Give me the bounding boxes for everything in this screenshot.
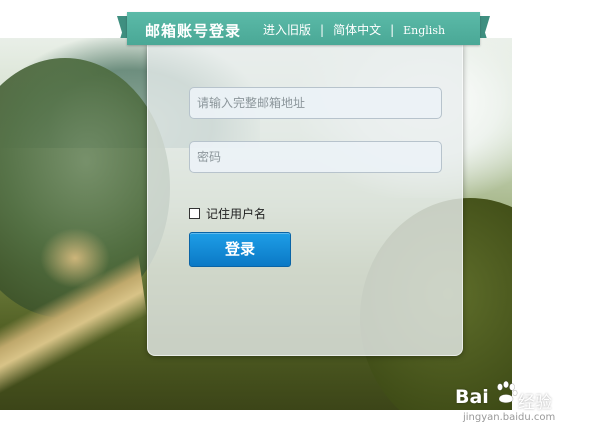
- background-dirt-path: [0, 237, 163, 410]
- remember-checkbox[interactable]: [189, 208, 200, 219]
- login-button[interactable]: 登录: [189, 232, 291, 267]
- remember-label: 记住用户名: [206, 207, 267, 221]
- login-panel: 记住用户名 登录: [147, 44, 463, 356]
- link-simplified-chinese[interactable]: 简体中文: [333, 23, 381, 37]
- link-separator: |: [390, 23, 395, 37]
- watermark-suffix: 经验: [518, 393, 552, 413]
- link-old-version[interactable]: 进入旧版: [263, 23, 311, 37]
- email-field[interactable]: [189, 87, 442, 119]
- remember-username[interactable]: 记住用户名: [189, 205, 266, 222]
- watermark-url: jingyan.baidu.com: [463, 412, 556, 423]
- watermark-brand: Bai: [455, 386, 489, 408]
- password-field[interactable]: [189, 141, 442, 173]
- link-separator: |: [320, 23, 325, 37]
- header-ribbon: 邮箱账号登录 进入旧版 | 简体中文 | English: [127, 12, 480, 45]
- baidu-watermark: Bai 经验 jingyan.baidu.com: [455, 376, 585, 426]
- page-title: 邮箱账号登录: [145, 22, 242, 40]
- header-links: 进入旧版 | 简体中文 | English: [263, 21, 445, 38]
- link-english[interactable]: English: [403, 24, 445, 37]
- baidu-paw-icon: [497, 380, 518, 404]
